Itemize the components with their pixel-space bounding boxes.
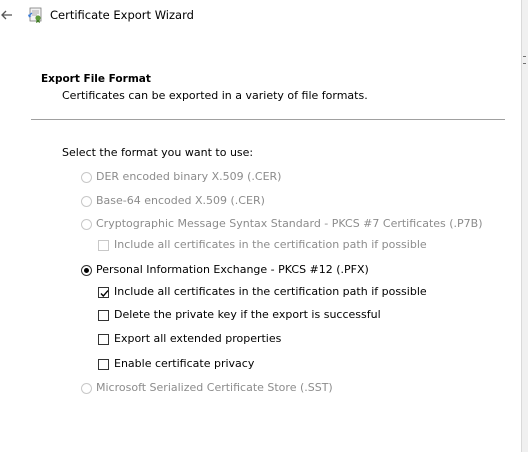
certificate-wizard-icon	[27, 6, 45, 24]
radio-option-sst[interactable]: Microsoft Serialized Certificate Store (…	[81, 380, 333, 396]
header-divider	[31, 119, 505, 120]
radio-label: DER encoded binary X.509 (.CER)	[96, 170, 282, 183]
radio-option-base64[interactable]: Base-64 encoded X.509 (.CER)	[81, 193, 265, 209]
resize-handle	[523, 56, 526, 64]
checkbox-label: Include all certificates in the certific…	[114, 238, 427, 251]
radio-button[interactable]	[81, 195, 92, 207]
checkbox[interactable]	[98, 333, 109, 345]
checkbox-enable-certificate-privacy[interactable]: Enable certificate privacy	[98, 356, 254, 372]
radio-button[interactable]	[81, 171, 92, 183]
title-bar: Certificate Export Wizard	[0, 0, 528, 34]
radio-button[interactable]	[81, 264, 92, 276]
checkbox[interactable]	[98, 309, 109, 321]
checkmark-icon	[100, 289, 109, 297]
format-prompt: Select the format you want to use:	[62, 146, 254, 159]
checkbox[interactable]	[98, 239, 109, 251]
radio-label: Personal Information Exchange - PKCS #12…	[96, 263, 369, 276]
checkbox-pfx-include-all[interactable]: Include all certificates in the certific…	[98, 284, 427, 300]
back-arrow-icon[interactable]	[0, 8, 14, 22]
radio-option-p7b[interactable]: Cryptographic Message Syntax Standard - …	[81, 216, 483, 232]
checkbox-label: Enable certificate privacy	[114, 357, 255, 370]
section-heading: Export File Format	[41, 73, 151, 85]
checkbox-delete-private-key[interactable]: Delete the private key if the export is …	[98, 307, 381, 323]
checkbox-label: Export all extended properties	[114, 332, 282, 345]
checkbox[interactable]	[98, 358, 109, 370]
radio-label: Cryptographic Message Syntax Standard - …	[96, 217, 483, 230]
checkbox[interactable]	[98, 286, 109, 298]
checkbox-export-extended-properties[interactable]: Export all extended properties	[98, 331, 281, 347]
radio-option-pfx[interactable]: Personal Information Exchange - PKCS #12…	[81, 262, 369, 278]
checkbox-label: Delete the private key if the export is …	[114, 308, 381, 321]
checkbox-label: Include all certificates in the certific…	[114, 285, 427, 298]
radio-button[interactable]	[81, 382, 92, 394]
window-title: Certificate Export Wizard	[50, 8, 194, 22]
radio-button[interactable]	[81, 218, 92, 230]
section-description: Certificates can be exported in a variet…	[62, 89, 368, 102]
radio-label: Microsoft Serialized Certificate Store (…	[96, 381, 333, 394]
window-edge	[521, 0, 528, 452]
checkbox-p7b-include-all[interactable]: Include all certificates in the certific…	[98, 237, 427, 253]
radio-option-der[interactable]: DER encoded binary X.509 (.CER)	[81, 169, 281, 185]
radio-label: Base-64 encoded X.509 (.CER)	[96, 194, 265, 207]
